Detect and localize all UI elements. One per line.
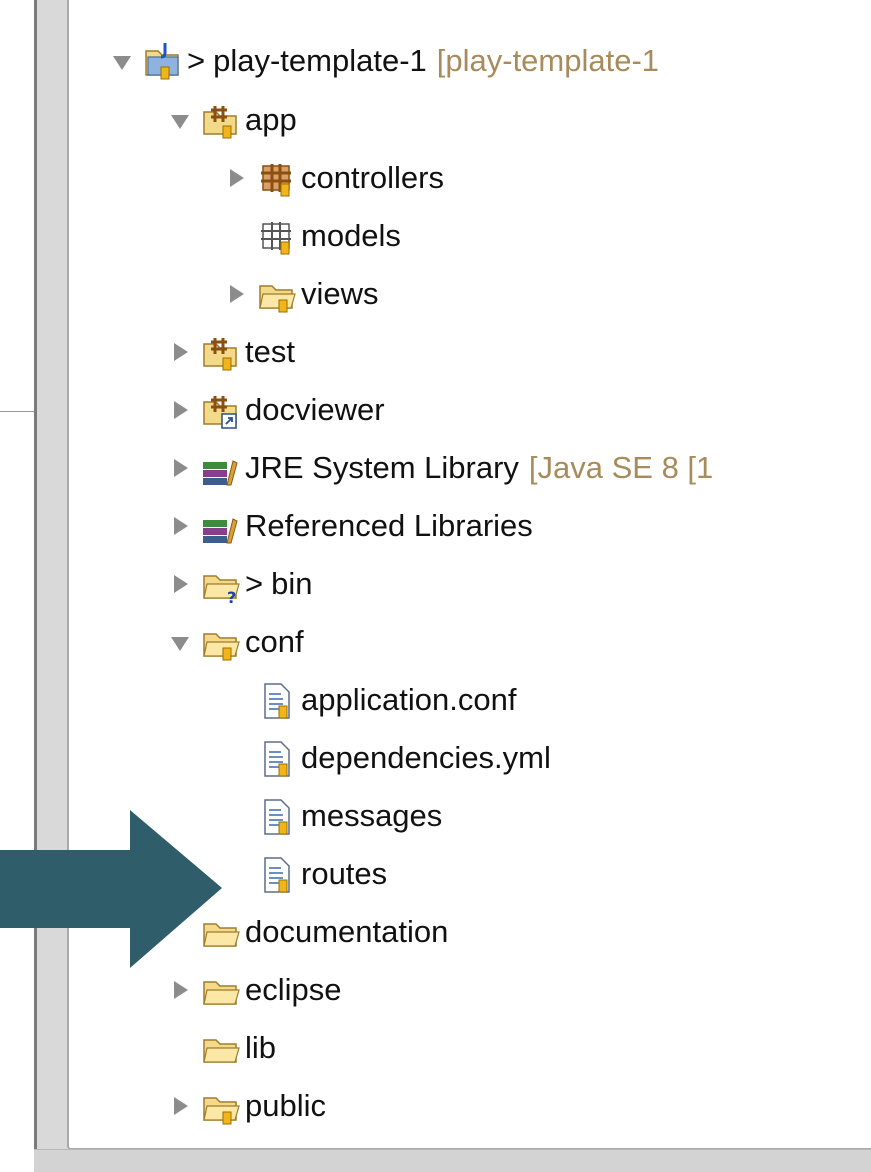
tree-item-application-conf[interactable]: application.conf: [225, 671, 516, 729]
tree-item-views[interactable]: views: [225, 265, 379, 323]
tree-item-label: messages: [301, 798, 443, 833]
expand-arrow-icon[interactable]: [169, 1094, 193, 1118]
library-icon: [201, 448, 241, 488]
expand-arrow-icon[interactable]: [169, 978, 193, 1002]
project-tree: > play-template-1 [play-template-1 app c…: [69, 0, 871, 1148]
folder-icon: [201, 970, 241, 1010]
folder-icon: [201, 1028, 241, 1068]
tree-view[interactable]: > play-template-1 [play-template-1 app c…: [67, 0, 871, 1150]
java-project-icon: [143, 41, 183, 81]
tree-item-jre-library[interactable]: JRE System Library [Java SE 8 [1: [169, 439, 713, 497]
tree-item-app[interactable]: app: [169, 91, 297, 149]
tree-item-label: app: [245, 102, 297, 137]
expand-arrow-icon[interactable]: [169, 398, 193, 422]
package-folder-icon: [201, 100, 241, 140]
tree-item-label: models: [301, 218, 401, 253]
jre-decoration: [Java SE 8 [1: [528, 450, 714, 485]
expand-arrow-icon[interactable]: [169, 108, 193, 132]
expand-arrow-icon[interactable]: [169, 514, 193, 538]
package-icon: [257, 158, 297, 198]
tree-item-label: views: [301, 276, 379, 311]
project-decoration: [play-template-1: [436, 43, 660, 78]
folder-icon: [201, 1086, 241, 1126]
tree-item-label: controllers: [301, 160, 444, 195]
tree-item-public[interactable]: public: [169, 1077, 326, 1135]
folder-icon: [257, 274, 297, 314]
linked-folder-icon: [201, 390, 241, 430]
expand-arrow-icon[interactable]: [169, 630, 193, 654]
tree-item-referenced-libraries[interactable]: Referenced Libraries: [169, 497, 533, 555]
tree-item-dependencies-yml[interactable]: dependencies.yml: [225, 729, 551, 787]
tree-item-label: application.conf: [301, 682, 517, 717]
tree-item-lib[interactable]: lib: [169, 1019, 276, 1077]
expand-arrow-icon[interactable]: [169, 572, 193, 596]
tree-item-label: routes: [301, 856, 388, 891]
expand-arrow-icon[interactable]: [169, 340, 193, 364]
unknown-folder-icon: ?: [201, 564, 241, 604]
expand-arrow-icon[interactable]: [225, 166, 249, 190]
panel-bottom-edge: [34, 1149, 871, 1172]
tree-item-conf[interactable]: conf: [169, 613, 304, 671]
tree-item-project[interactable]: > play-template-1 [play-template-1: [111, 32, 659, 90]
tree-item-label: docviewer: [245, 392, 385, 427]
tree-item-label: conf: [245, 624, 304, 659]
tree-item-label: lib: [245, 1030, 277, 1065]
tree-item-label: play-template-1: [213, 43, 427, 78]
tree-item-bin[interactable]: ? > bin: [169, 555, 312, 613]
tree-item-label: Referenced Libraries: [245, 508, 533, 543]
tree-item-test[interactable]: test: [169, 323, 295, 381]
tree-item-label: JRE System Library: [245, 450, 519, 485]
pointer-arrow-icon: [0, 810, 222, 968]
tree-item-label: eclipse: [245, 972, 342, 1007]
tree-item-controllers[interactable]: controllers: [225, 149, 444, 207]
package-folder-icon: [201, 332, 241, 372]
tree-item-label: bin: [271, 566, 313, 601]
svg-text:?: ?: [227, 588, 236, 604]
tree-item-label: public: [245, 1088, 326, 1123]
tree-item-models[interactable]: models: [225, 207, 401, 265]
modified-marker: >: [245, 566, 264, 601]
folder-icon: [201, 622, 241, 662]
divider-line: [0, 411, 34, 412]
left-editor-strip: [0, 0, 34, 1172]
tree-item-label: test: [245, 334, 295, 369]
expand-arrow-icon[interactable]: [225, 282, 249, 306]
file-icon: [257, 738, 297, 778]
library-icon: [201, 506, 241, 546]
expand-arrow-icon[interactable]: [169, 456, 193, 480]
package-icon: [257, 216, 297, 256]
modified-marker: >: [187, 43, 206, 78]
file-icon: [257, 680, 297, 720]
expand-arrow-icon[interactable]: [111, 49, 135, 73]
package-explorer-panel: > play-template-1 [play-template-1 app c…: [34, 0, 871, 1172]
tree-item-label: dependencies.yml: [301, 740, 551, 775]
tree-item-docviewer[interactable]: docviewer: [169, 381, 385, 439]
